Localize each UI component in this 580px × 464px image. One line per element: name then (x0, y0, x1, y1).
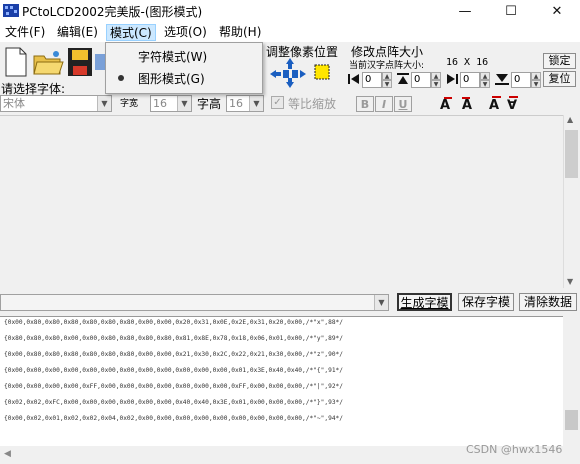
spin-up-button[interactable]: ▲ (431, 72, 441, 80)
spin-down-button[interactable]: ▼ (382, 80, 392, 88)
pixel-canvas[interactable] (0, 115, 563, 288)
restore-button[interactable]: 复位 (543, 71, 576, 87)
output-line: {0x00,0x02,0x01,0x02,0x02,0x04,0x02,0x00… (4, 415, 343, 422)
scroll-left-icon[interactable]: ◀ (4, 449, 11, 459)
output-line: {0x00,0x00,0x00,0x00,0xFF,0x00,0x00,0x00… (4, 383, 343, 390)
output-textarea[interactable]: {0x00,0x80,0x80,0x80,0x80,0x80,0x80,0x00… (0, 316, 563, 446)
spin-down-button[interactable]: ▼ (531, 80, 541, 88)
clear-data-button[interactable]: 清除数据 (519, 293, 577, 311)
flip-vertical-icon[interactable]: A ∀ (487, 95, 525, 113)
resize-right-input[interactable]: 0 (460, 72, 480, 88)
app-icon (3, 4, 19, 17)
output-line: {0x00,0x00,0x00,0x00,0x00,0x00,0x00,0x00… (4, 367, 343, 374)
save-disk-icon[interactable] (66, 46, 94, 78)
new-file-icon[interactable] (2, 46, 30, 78)
output-scroll-thumb[interactable] (565, 410, 578, 430)
chevron-down-icon[interactable]: ▼ (374, 295, 388, 310)
font-select[interactable]: 宋体 ▼ (0, 95, 112, 112)
svg-text:A: A (440, 98, 450, 113)
underline-button[interactable]: U (394, 96, 412, 112)
resize-right-icon (447, 74, 458, 84)
menu-item-graphic-mode[interactable]: 图形模式(G) (108, 68, 260, 90)
size-value: 16 X 16 (446, 57, 489, 68)
save-font-button[interactable]: 保存字模 (458, 293, 514, 311)
output-line: {0x00,0x80,0x80,0x80,0x80,0x80,0x80,0x00… (4, 351, 343, 358)
toolbar-partial-icon (95, 54, 105, 70)
watermark: CSDN @hwx1546 (466, 443, 563, 456)
open-folder-icon[interactable] (32, 46, 64, 78)
output-line: {0x02,0x02,0xFC,0x00,0x00,0x00,0x00,0x00… (4, 399, 343, 406)
pixel-shift-arrows-icon[interactable] (268, 56, 338, 90)
char-width-value: 16 (153, 97, 167, 110)
menu-options[interactable]: 选项(O) (161, 24, 210, 41)
svg-text:∀: ∀ (507, 98, 517, 113)
resize-left-input[interactable]: 0 (362, 72, 382, 88)
font-value: 宋体 (3, 97, 25, 110)
char-height-select[interactable]: 16 ▼ (226, 95, 264, 112)
output-line: {0x00,0x80,0x80,0x80,0x80,0x80,0x80,0x00… (4, 319, 343, 326)
output-format-select[interactable]: ▼ (0, 294, 389, 311)
generate-font-button[interactable]: 生成字模 (397, 293, 452, 311)
chevron-down-icon[interactable]: ▼ (249, 96, 263, 111)
scroll-up-icon[interactable]: ▲ (567, 115, 573, 124)
spin-up-button[interactable]: ▲ (531, 72, 541, 80)
resize-left-icon (348, 74, 359, 84)
spin-up-button[interactable]: ▲ (480, 72, 490, 80)
window-title: PCtoLCD2002完美版-(图形模式) (22, 5, 203, 19)
menu-item-char-mode[interactable]: 字符模式(W) (108, 46, 260, 68)
maximize-button[interactable]: ☐ (488, 0, 534, 22)
mode-dropdown-menu: 字符模式(W) 图形模式(G) (105, 42, 263, 94)
radio-bullet-icon (118, 75, 124, 81)
proportional-label: 等比缩放 (288, 97, 337, 111)
spin-down-button[interactable]: ▼ (431, 80, 441, 88)
svg-text:A: A (489, 98, 499, 113)
spin-up-button[interactable]: ▲ (382, 72, 392, 80)
svg-text:A: A (462, 98, 472, 113)
menu-file[interactable]: 文件(F) (2, 24, 48, 41)
resize-top-input[interactable]: 0 (411, 72, 431, 88)
minimize-button[interactable]: — (442, 0, 488, 22)
char-height-label: 字高 (197, 97, 222, 111)
canvas-scroll-thumb[interactable] (565, 130, 578, 178)
current-size-label: 当前汉字点阵大小: (349, 61, 425, 71)
char-width-label: 字宽 (120, 99, 139, 109)
close-button[interactable]: ✕ (534, 0, 580, 22)
menu-edit[interactable]: 编辑(E) (54, 24, 101, 41)
menu-mode[interactable]: 模式(C) (106, 24, 156, 41)
menu-help[interactable]: 帮助(H) (216, 24, 264, 41)
resize-top-icon (397, 73, 409, 84)
chevron-down-icon[interactable]: ▼ (97, 96, 111, 111)
output-line: {0x80,0x80,0x80,0x00,0x00,0x80,0x80,0x80… (4, 335, 343, 342)
menu-item-graphic-mode-label: 图形模式(G) (138, 72, 205, 86)
resize-bottom-icon (495, 74, 509, 85)
scroll-down-icon[interactable]: ▼ (567, 277, 573, 286)
italic-button[interactable]: I (375, 96, 393, 112)
proportional-checkbox[interactable]: ✓ (271, 96, 284, 109)
flip-horizontal-icon[interactable]: A A (438, 95, 476, 113)
bold-button[interactable]: B (356, 96, 374, 112)
resize-bottom-input[interactable]: 0 (511, 72, 531, 88)
spin-down-button[interactable]: ▼ (480, 80, 490, 88)
char-height-value: 16 (229, 97, 243, 110)
lock-button[interactable]: 锁定 (543, 53, 576, 69)
char-width-select[interactable]: 16 ▼ (150, 95, 192, 112)
chevron-down-icon[interactable]: ▼ (177, 96, 191, 111)
